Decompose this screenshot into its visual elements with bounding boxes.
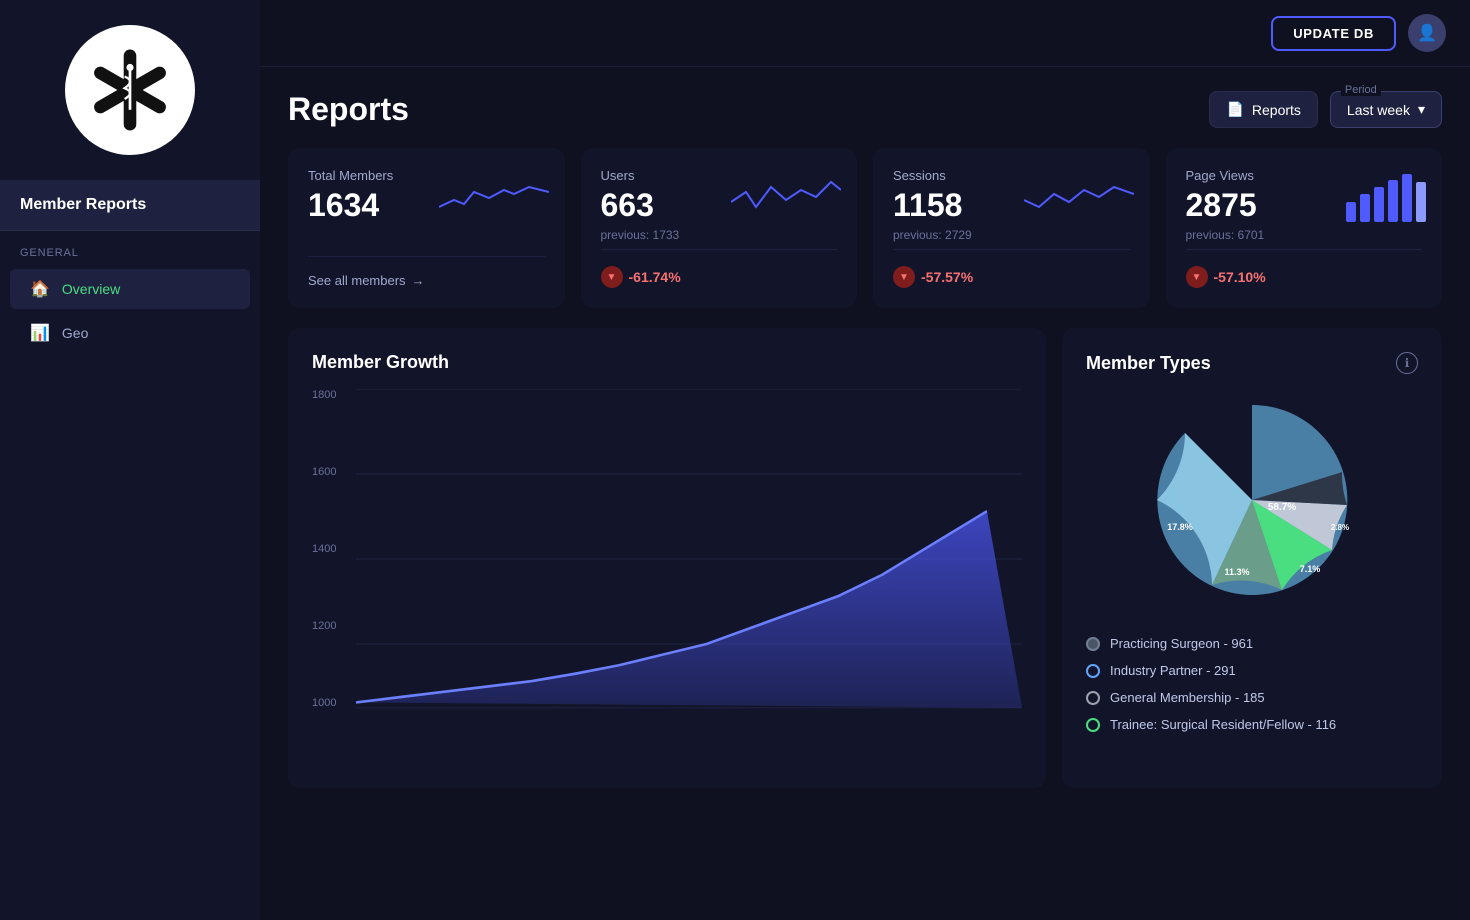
y-label-1600: 1600 [312, 466, 348, 478]
sessions-bottom: ▼ -57.57% [893, 249, 1130, 288]
legend-item-0: Practicing Surgeon - 961 [1086, 630, 1418, 657]
users-previous: previous: 1733 [601, 228, 838, 242]
sidebar: Member Reports GENERAL 🏠 Overview 📊 Geo [0, 0, 260, 920]
legend-dot-1 [1086, 664, 1100, 678]
pie-legend: Practicing Surgeon - 961 Industry Partne… [1086, 630, 1418, 738]
logo-circle [65, 25, 195, 155]
user-avatar-button[interactable]: 👤 [1408, 14, 1446, 52]
down-icon: ▼ [601, 266, 623, 288]
legend-label-1: Industry Partner - 291 [1110, 663, 1236, 678]
stat-card-sessions: Sessions 1158 previous: 2729 ▼ -57.57% [873, 148, 1150, 308]
info-icon[interactable]: ℹ [1396, 352, 1418, 374]
pageviews-change: ▼ -57.10% [1186, 266, 1266, 288]
users-change: ▼ -61.74% [601, 266, 681, 288]
y-label-1200: 1200 [312, 620, 348, 632]
sidebar-item-geo[interactable]: 📊 Geo [10, 313, 250, 353]
legend-item-3: Trainee: Surgical Resident/Fellow - 116 [1086, 711, 1418, 738]
period-value: Last week [1347, 102, 1410, 118]
pageviews-chart [1346, 172, 1426, 227]
member-growth-title: Member Growth [312, 352, 1022, 373]
pageviews-previous: previous: 6701 [1186, 228, 1423, 242]
legend-label-3: Trainee: Surgical Resident/Fellow - 116 [1110, 717, 1336, 732]
period-label: Period [1341, 84, 1381, 96]
sessions-change: ▼ -57.57% [893, 266, 973, 288]
down-icon-3: ▼ [1186, 266, 1208, 288]
svg-text:7.1%: 7.1% [1300, 564, 1321, 574]
reports-tab[interactable]: 📄 Reports [1209, 91, 1317, 128]
chart-icon: 📊 [30, 323, 50, 343]
total-members-chart [439, 172, 549, 227]
pie-container: 58.7% 17.8% 11.3% 7.1% 2.8% [1086, 390, 1418, 610]
main-content: UPDATE DB 👤 Reports 📄 Reports Period Las… [260, 0, 1470, 920]
pageviews-change-value: -57.10% [1214, 269, 1266, 285]
stat-card-total-members: Total Members 1634 See all members → [288, 148, 565, 308]
sidebar-item-overview-label: Overview [62, 281, 120, 297]
topbar: UPDATE DB 👤 [260, 0, 1470, 67]
sidebar-section-general: GENERAL [0, 231, 260, 267]
y-label-1000: 1000 [312, 697, 348, 709]
update-db-button[interactable]: UPDATE DB [1271, 16, 1396, 51]
legend-dot-2 [1086, 691, 1100, 705]
svg-text:17.8%: 17.8% [1167, 522, 1193, 532]
stat-cards-row: Total Members 1634 See all members → [288, 148, 1442, 308]
users-change-value: -61.74% [629, 269, 681, 285]
home-icon: 🏠 [30, 279, 50, 299]
y-label-1400: 1400 [312, 543, 348, 555]
avatar-icon: 👤 [1417, 23, 1437, 43]
page-header: Reports 📄 Reports Period Last week ▾ [288, 91, 1442, 128]
header-controls: 📄 Reports Period Last week ▾ [1209, 91, 1442, 128]
member-types-title: Member Types [1086, 353, 1211, 374]
content-area: Reports 📄 Reports Period Last week ▾ Tot… [260, 67, 1470, 920]
stat-card-users: Users 663 previous: 1733 ▼ -61.74% [581, 148, 858, 308]
pageviews-bottom: ▼ -57.10% [1186, 249, 1423, 288]
sessions-previous: previous: 2729 [893, 228, 1130, 242]
legend-label-0: Practicing Surgeon - 961 [1110, 636, 1253, 651]
total-members-bottom: See all members → [308, 256, 545, 288]
sidebar-item-geo-label: Geo [62, 325, 88, 341]
period-selector[interactable]: Period Last week ▾ [1330, 91, 1442, 128]
member-types-card: Member Types ℹ [1062, 328, 1442, 788]
charts-row: Member Growth 1800 1600 1400 1200 1000 [288, 328, 1442, 788]
pie-chart-svg: 58.7% 17.8% 11.3% 7.1% 2.8% [1142, 390, 1362, 610]
pie-header: Member Types ℹ [1086, 352, 1418, 374]
reports-tab-label: Reports [1252, 102, 1301, 118]
legend-label-2: General Membership - 185 [1110, 690, 1265, 705]
svg-text:2.8%: 2.8% [1331, 523, 1349, 532]
sidebar-title: Member Reports [0, 180, 260, 230]
see-all-members-label: See all members [308, 273, 406, 288]
down-icon-2: ▼ [893, 266, 915, 288]
users-bottom: ▼ -61.74% [601, 249, 838, 288]
svg-text:11.3%: 11.3% [1224, 567, 1249, 577]
member-growth-card: Member Growth 1800 1600 1400 1200 1000 [288, 328, 1046, 788]
logo-icon [85, 45, 175, 135]
sidebar-item-overview[interactable]: 🏠 Overview [10, 269, 250, 309]
y-label-1800: 1800 [312, 389, 348, 401]
chevron-down-icon: ▾ [1418, 101, 1425, 118]
sessions-change-value: -57.57% [921, 269, 973, 285]
stat-card-pageviews: Page Views 2875 previous: 6701 [1166, 148, 1443, 308]
legend-dot-3 [1086, 718, 1100, 732]
see-all-members-link[interactable]: See all members → [308, 273, 425, 288]
logo-area [0, 0, 260, 180]
legend-dot-0 [1086, 637, 1100, 651]
growth-chart-svg [356, 389, 1022, 729]
legend-item-2: General Membership - 185 [1086, 684, 1418, 711]
users-chart [731, 172, 841, 227]
svg-text:58.7%: 58.7% [1268, 502, 1296, 513]
legend-item-1: Industry Partner - 291 [1086, 657, 1418, 684]
report-file-icon: 📄 [1226, 101, 1243, 118]
sessions-chart [1024, 172, 1134, 227]
page-title: Reports [288, 91, 409, 128]
arrow-right-icon: → [412, 273, 425, 288]
